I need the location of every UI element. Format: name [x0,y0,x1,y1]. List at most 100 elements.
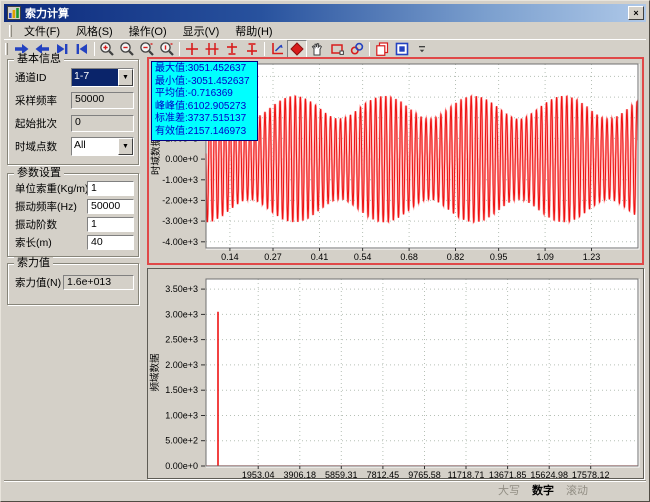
svg-text:1.23: 1.23 [583,252,601,262]
axis-scale-button[interactable] [267,40,287,58]
region-zoom-button[interactable] [327,40,347,58]
svg-text:13671.85: 13671.85 [489,470,527,478]
text-input[interactable] [87,235,134,250]
menu-item-2[interactable]: 操作(O) [121,22,175,40]
svg-text:9765.58: 9765.58 [408,470,441,478]
nav-first-button[interactable] [72,40,92,58]
copy-button[interactable] [372,40,392,58]
cross-double-icon [204,41,220,57]
text-input[interactable] [87,217,134,232]
svg-text:-3.00e+3: -3.00e+3 [162,216,198,226]
copy-icon [374,41,390,57]
menubar-grip[interactable] [9,25,12,37]
svg-text:1.50e+3: 1.50e+3 [165,385,198,395]
stat-line: 最小值:-3051.452637 [155,76,254,89]
panel-icon [394,41,410,57]
frequency-domain-chart: 1953.043906.185859.317812.459765.5811718… [148,269,643,483]
zoom-out-icon [119,41,135,57]
menu-bar: 文件(F)风格(S)操作(O)显示(V)帮助(H) [4,22,646,39]
form-row: 通道ID1-7▼ [8,66,138,89]
svg-text:0.54: 0.54 [354,252,372,262]
svg-text:1.09: 1.09 [536,252,554,262]
svg-text:0.00e+0: 0.00e+0 [165,461,198,471]
menu-item-4[interactable]: 帮助(H) [227,22,280,40]
toolbar-overflow-button[interactable] [412,40,432,58]
toolbar-separator [94,42,95,56]
time-domain-chart-panel[interactable]: 最大值:3051.452637最小值:-3051.452637平均值:-0.71… [147,57,644,265]
cross-down-icon [224,41,240,57]
form-row: 振动频率(Hz) [8,197,138,215]
field-label: 采样频率 [15,93,71,108]
toolbar-grip[interactable] [5,43,8,55]
svg-text:时域数据: 时域数据 [150,137,162,176]
menu-item-0[interactable]: 文件(F) [16,22,68,40]
svg-text:0.95: 0.95 [490,252,508,262]
field-label: 单位索重(Kg/m) [15,181,87,196]
svg-text:-4.00e+3: -4.00e+3 [162,237,198,247]
text-input[interactable] [87,181,134,196]
panel-view-button[interactable] [392,40,412,58]
form-row: 时域点数All▼ [8,135,138,158]
cursor-peak-button[interactable] [222,40,242,58]
hand-icon [309,41,325,57]
zoom-x-button[interactable] [137,40,157,58]
field-label: 通道ID [15,70,71,85]
region-icon [329,41,345,57]
svg-text:3.00e+3: 3.00e+3 [165,309,198,319]
status-indicator: 大写 [498,482,520,498]
zoom-y-button[interactable] [157,40,177,58]
readonly-field: 1.6e+013 [63,275,134,290]
cursor-double-button[interactable] [202,40,222,58]
svg-text:2.50e+3: 2.50e+3 [165,335,198,345]
pan-hand-button[interactable] [307,40,327,58]
dropdown[interactable]: 1-7▼ [71,68,134,87]
svg-text:5.00e+2: 5.00e+2 [165,436,198,446]
form-row: 索力值(N)1.6e+013 [8,273,138,291]
zoom-y-icon [159,41,175,57]
groupbox-0: 基本信息通道ID1-7▼采样频率50000起始批次0时域点数All▼ [7,59,139,165]
svg-text:0.41: 0.41 [311,252,329,262]
title-bar: 索力计算 × [4,4,646,22]
zoom-in-button[interactable] [97,40,117,58]
stats-tooltip: 最大值:3051.452637最小值:-3051.452637平均值:-0.71… [151,61,258,141]
cursor-cross-button[interactable] [182,40,202,58]
dropdown-arrow-icon[interactable]: ▼ [118,138,133,155]
stat-line: 标准差:3737.515137 [155,113,254,126]
app-icon [7,6,21,20]
axes-icon [269,41,285,57]
field-label: 振动阶数 [15,217,87,232]
svg-text:-1.00e+3: -1.00e+3 [162,175,198,185]
menu-item-1[interactable]: 风格(S) [68,22,121,40]
window-title: 索力计算 [25,5,628,21]
zoom-in-icon [99,41,115,57]
svg-text:1.00e+3: 1.00e+3 [165,411,198,421]
field-label: 起始批次 [15,116,71,131]
stat-line: 平均值:-0.716369 [155,88,254,101]
form-row: 单位索重(Kg/m) [8,179,138,197]
status-indicator: 滚动 [566,482,588,498]
svg-text:0.68: 0.68 [400,252,418,262]
dropdown[interactable]: All▼ [71,137,134,156]
frequency-domain-chart-panel[interactable]: 1953.043906.185859.317812.459765.5811718… [147,268,644,479]
groupbox-title: 参数设置 [14,167,64,179]
field-label: 时域点数 [15,139,71,154]
zoom-out-button[interactable] [117,40,137,58]
diamond-icon [289,41,305,57]
dropdown-arrow-icon[interactable]: ▼ [118,69,133,86]
link-cursors-button[interactable] [347,40,367,58]
groupbox-2: 索力值索力值(N)1.6e+013 [7,263,139,305]
close-button[interactable]: × [628,6,644,20]
toolbar [4,39,646,58]
link-icon [349,41,365,57]
marker-diamond-button[interactable] [287,40,307,58]
stat-line: 有效值:2157.146973 [155,126,254,139]
app-window: 索力计算 × 文件(F)风格(S)操作(O)显示(V)帮助(H) 基本信息通道I… [0,0,650,502]
svg-text:-2.00e+3: -2.00e+3 [162,195,198,205]
menu-item-3[interactable]: 显示(V) [175,22,228,40]
svg-text:15624.98: 15624.98 [530,470,568,478]
text-input[interactable] [87,199,134,214]
svg-text:0.82: 0.82 [447,252,465,262]
overflow-icon [416,43,428,55]
cursor-valley-button[interactable] [242,40,262,58]
form-row: 采样频率50000 [8,89,138,112]
